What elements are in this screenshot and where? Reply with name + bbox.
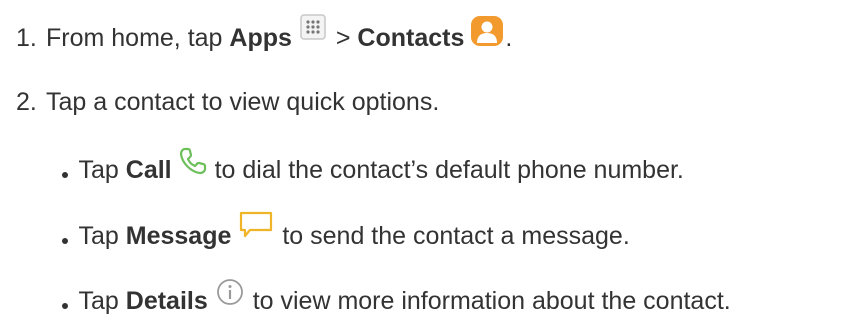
- instructions-page: { "steps": [ { "number": "1.", "pre": "F…: [0, 0, 847, 335]
- contacts-app-icon: [469, 16, 505, 48]
- bullet-text-pre: Tap: [78, 287, 126, 315]
- message-bubble-icon: [239, 211, 273, 239]
- step-text: Tap a contact to view quick options.: [46, 88, 440, 116]
- apps-label: Apps: [229, 24, 292, 52]
- step-1: 1. From home, tap Apps > Contacts .: [16, 14, 513, 56]
- bullet-text-pre: Tap: [78, 222, 126, 250]
- step-text-pre: From home, tap: [46, 24, 230, 52]
- bullet-dot: [62, 234, 72, 244]
- call-label: Call: [125, 156, 172, 184]
- step-2: 2. Tap a contact to view quick options.: [16, 84, 439, 120]
- bullet-dot: [62, 299, 72, 309]
- bullet-text-post: to send the contact a message.: [275, 222, 630, 250]
- step-number: 1.: [16, 24, 37, 52]
- phone-call-icon: [178, 146, 208, 176]
- info-circle-icon: [216, 278, 244, 306]
- bullet-text-pre: Tap: [78, 156, 126, 184]
- bullet-text-post: to view more information about the conta…: [245, 287, 731, 315]
- contacts-label: Contacts: [357, 24, 465, 52]
- step-text-post: .: [505, 24, 513, 52]
- bullet-text-post: to dial the contact’s default phone numb…: [207, 156, 684, 184]
- message-label: Message: [125, 222, 232, 250]
- apps-grid-icon: [300, 14, 326, 40]
- bullet-call: Tap Call to dial the contact’s default p…: [62, 147, 684, 188]
- bullet-message: Tap Message to send the contact a messag…: [62, 211, 630, 254]
- step-number: 2.: [16, 88, 37, 116]
- step-text-mid: >: [328, 24, 358, 52]
- details-label: Details: [125, 287, 208, 315]
- bullet-dot: [62, 168, 72, 178]
- bullet-details: Tap Details to view more information abo…: [62, 279, 731, 319]
